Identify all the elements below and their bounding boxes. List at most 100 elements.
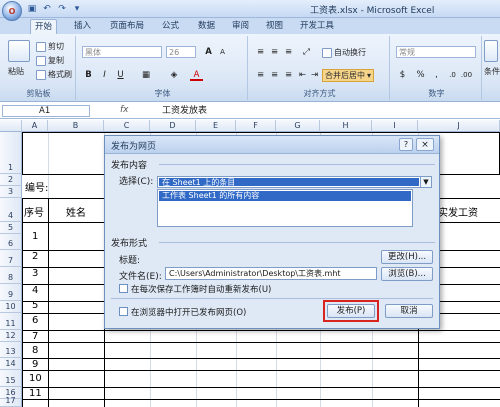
row-header[interactable]: 5 xyxy=(0,222,22,234)
undo-icon[interactable]: ↶ xyxy=(41,3,53,15)
align-bottom-icon[interactable]: ≡ xyxy=(282,46,295,58)
row-header[interactable]: 3 xyxy=(0,186,22,198)
customize-qat-icon[interactable]: ▾ xyxy=(71,3,83,15)
row-header[interactable]: 6 xyxy=(0,234,22,250)
select-all-corner[interactable] xyxy=(0,120,22,132)
row-header[interactable]: 8 xyxy=(0,267,22,284)
fill-color-icon[interactable]: ◈ xyxy=(164,69,184,81)
row-header[interactable]: 2 xyxy=(0,174,22,186)
column-header-c[interactable]: C xyxy=(104,120,150,132)
align-right-icon[interactable]: ≡ xyxy=(282,69,295,81)
tab-review[interactable]: 审阅 xyxy=(228,19,253,34)
bold-button[interactable]: B xyxy=(82,69,95,81)
insert-function-button[interactable]: fx xyxy=(120,105,129,115)
border-icon[interactable]: ▦ xyxy=(136,69,156,81)
align-left-icon[interactable]: ≡ xyxy=(254,69,267,81)
column-header-d[interactable]: D xyxy=(150,120,196,132)
tab-data[interactable]: 数据 xyxy=(194,19,219,34)
comma-button[interactable]: , xyxy=(430,69,443,81)
row-header[interactable]: 1 xyxy=(0,132,22,174)
merge-center-button[interactable]: 合并后居中 ▾ xyxy=(322,69,375,82)
align-middle-icon[interactable]: ≡ xyxy=(268,46,281,58)
cancel-button[interactable]: 取消 xyxy=(385,304,433,318)
copy-button[interactable]: 复制 xyxy=(36,55,64,66)
tab-formulas[interactable]: 公式 xyxy=(158,19,183,34)
column-header-f[interactable]: F xyxy=(236,120,276,132)
row-header[interactable]: 14 xyxy=(0,358,22,370)
name-box[interactable]: A1 xyxy=(2,105,90,117)
column-header-a[interactable]: A xyxy=(22,120,48,132)
publish-button[interactable]: 发布(P) xyxy=(327,304,375,318)
font-color-button[interactable]: A xyxy=(190,69,203,81)
serial-cell[interactable]: 1 xyxy=(32,231,38,242)
serial-cell[interactable]: 11 xyxy=(29,388,42,399)
grow-font-button[interactable]: A xyxy=(202,46,215,58)
chevron-down-icon[interactable]: ▼ xyxy=(420,177,431,187)
row-header[interactable]: 9 xyxy=(0,284,22,301)
tab-view[interactable]: 视图 xyxy=(262,19,287,34)
serial-cell[interactable]: 9 xyxy=(32,359,38,370)
column-header-e[interactable]: E xyxy=(196,120,236,132)
serial-cell[interactable]: 8 xyxy=(32,345,38,356)
serial-cell[interactable]: 7 xyxy=(32,331,38,342)
row-header[interactable]: 11 xyxy=(0,313,22,330)
column-header-b[interactable]: B xyxy=(48,120,104,132)
number-format-combo[interactable]: 常规 xyxy=(396,46,476,58)
choose-combo[interactable]: 在 Sheet1 上的条目 ▼ xyxy=(157,176,432,188)
format-painter-button[interactable]: 格式刷 xyxy=(36,69,72,80)
close-icon[interactable]: × xyxy=(416,138,434,151)
browse-button[interactable]: 浏览(B)... xyxy=(381,267,433,281)
decrease-decimal-icon[interactable]: .00 xyxy=(460,69,473,81)
content-listbox[interactable]: 工作表 Sheet1 的所有内容 xyxy=(157,189,413,227)
tab-insert[interactable]: 插入 xyxy=(70,19,95,34)
row-header[interactable]: 7 xyxy=(0,250,22,267)
tab-developer[interactable]: 开发工具 xyxy=(296,19,338,34)
align-center-icon[interactable]: ≡ xyxy=(268,69,281,81)
currency-button[interactable]: $ xyxy=(396,69,409,81)
list-item[interactable]: 工作表 Sheet1 的所有内容 xyxy=(159,191,411,201)
serial-cell[interactable]: 5 xyxy=(32,300,38,311)
row-header[interactable]: 15 xyxy=(0,370,22,387)
column-header-j[interactable]: J xyxy=(418,120,500,132)
wrap-text-button[interactable]: 自动换行 xyxy=(322,47,366,58)
orientation-icon[interactable]: ⤢ xyxy=(300,46,313,58)
open-in-browser-checkbox[interactable] xyxy=(119,307,128,316)
formula-input[interactable]: 工资发放表 xyxy=(136,105,498,117)
italic-button[interactable]: I xyxy=(98,69,111,81)
serial-cell[interactable]: 10 xyxy=(29,373,42,384)
paste-icon[interactable] xyxy=(8,40,30,62)
column-header-g[interactable]: G xyxy=(276,120,320,132)
save-icon[interactable]: ▣ xyxy=(26,3,38,15)
cut-button[interactable]: 剪切 xyxy=(36,41,64,52)
increase-indent-icon[interactable]: ⇥ xyxy=(308,69,321,81)
serial-cell[interactable]: 6 xyxy=(32,315,38,326)
row-header[interactable]: 10 xyxy=(0,301,22,313)
increase-decimal-icon[interactable]: .0 xyxy=(446,69,459,81)
serial-cell[interactable]: 4 xyxy=(32,285,38,296)
office-button[interactable]: O xyxy=(2,1,22,21)
redo-icon[interactable]: ↷ xyxy=(56,3,68,15)
serial-cell[interactable]: 3 xyxy=(32,268,38,279)
conditional-format-icon[interactable] xyxy=(484,40,498,62)
tab-home[interactable]: 开始 xyxy=(30,19,58,34)
row-header[interactable]: 4 xyxy=(0,198,22,222)
column-header-i[interactable]: I xyxy=(372,120,418,132)
underline-button[interactable]: U xyxy=(114,69,127,81)
serial-cell[interactable]: 2 xyxy=(32,251,38,262)
tab-page-layout[interactable]: 页面布局 xyxy=(106,19,148,34)
conditional-format-button[interactable]: 条件 xyxy=(484,66,500,77)
paste-button[interactable]: 粘贴 xyxy=(8,66,24,77)
percent-button[interactable]: % xyxy=(414,69,427,81)
align-top-icon[interactable]: ≡ xyxy=(254,46,267,58)
row-header[interactable]: 13 xyxy=(0,342,22,358)
shrink-font-button[interactable]: A xyxy=(216,46,229,58)
column-header-h[interactable]: H xyxy=(320,120,372,132)
change-title-button[interactable]: 更改(H)... xyxy=(381,250,433,264)
font-size-combo[interactable]: 26 xyxy=(166,46,196,58)
help-icon[interactable]: ? xyxy=(399,138,413,151)
auto-republish-checkbox[interactable] xyxy=(119,284,128,293)
font-name-combo[interactable]: 黑体 xyxy=(82,46,162,58)
filename-input[interactable]: C:\Users\Administrator\Desktop\工资表.mht xyxy=(165,267,377,280)
row-header[interactable]: 12 xyxy=(0,330,22,342)
row-header[interactable]: 17 xyxy=(0,396,22,407)
